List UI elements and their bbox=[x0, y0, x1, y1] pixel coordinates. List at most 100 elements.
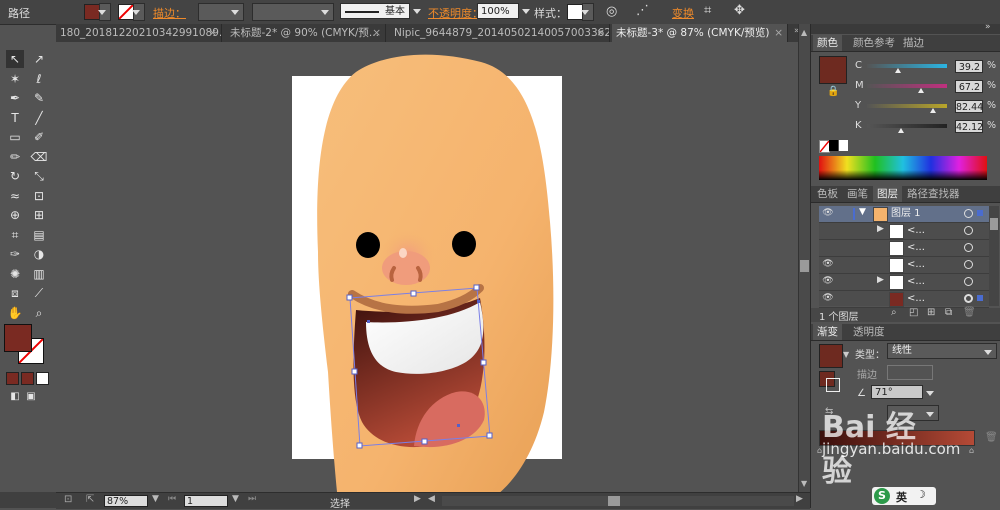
sublayer-name[interactable]: <... bbox=[907, 257, 925, 273]
isolate-icon[interactable]: ⌗ bbox=[704, 3, 711, 18]
horizontal-scrollbar[interactable] bbox=[442, 496, 794, 506]
selection-indicator[interactable] bbox=[977, 295, 983, 301]
black-swatch[interactable] bbox=[829, 140, 838, 151]
shape-builder-tool-icon[interactable]: ⊕ bbox=[6, 206, 24, 224]
blend-tool-icon[interactable]: ◑ bbox=[30, 245, 48, 263]
close-icon[interactable]: × bbox=[596, 24, 605, 42]
artboard-tool-icon[interactable]: ⧈ bbox=[6, 284, 24, 302]
tab-doc-3[interactable]: Nipic_9644879_20140502140057003362.ai* × bbox=[390, 24, 610, 42]
gradient-tool-icon[interactable]: ▤ bbox=[30, 226, 48, 244]
sublayer-row[interactable]: ▶ <... bbox=[819, 223, 989, 240]
opacity-label[interactable]: 不透明度： bbox=[428, 5, 483, 21]
sublayer-name[interactable]: <... bbox=[907, 291, 925, 307]
sublayer-name[interactable]: <... bbox=[907, 223, 925, 239]
eraser-tool-icon[interactable]: ⌫ bbox=[30, 148, 48, 166]
tab-brushes[interactable]: 画笔 bbox=[843, 186, 872, 202]
slider-knob[interactable] bbox=[917, 88, 924, 93]
layer-row-top[interactable]: 👁 ▼ 图层 1 bbox=[819, 206, 989, 223]
color-spectrum-bar[interactable] bbox=[819, 156, 987, 180]
close-icon[interactable]: × bbox=[372, 24, 381, 42]
target-circle-icon[interactable] bbox=[964, 277, 973, 286]
sublayer-row[interactable]: <... bbox=[819, 240, 989, 257]
perspective-tool-icon[interactable]: ⊞ bbox=[30, 206, 48, 224]
clipping-mask-icon[interactable]: ◰ bbox=[909, 307, 918, 318]
h-scroll-thumb[interactable] bbox=[608, 496, 620, 506]
direct-selection-tool-icon[interactable]: ↗ bbox=[30, 50, 48, 68]
channel-slider[interactable] bbox=[867, 84, 947, 93]
sublayer-name[interactable]: <... bbox=[907, 240, 925, 256]
warp-tool-icon[interactable]: ≈ bbox=[6, 187, 24, 205]
align-options-icon[interactable]: ⋰ bbox=[636, 3, 649, 18]
visibility-eye-icon[interactable]: 👁 bbox=[821, 208, 835, 219]
scroll-thumb[interactable] bbox=[800, 260, 809, 272]
none-mode-button[interactable] bbox=[36, 372, 49, 385]
symbol-sprayer-tool-icon[interactable]: ✺ bbox=[6, 265, 24, 283]
scroll-down-icon[interactable]: ▼ bbox=[801, 479, 807, 488]
tab-doc-1[interactable]: 180_20181220210342991089.ai* × bbox=[56, 24, 222, 42]
visibility-eye-icon[interactable]: 👁 bbox=[821, 259, 835, 270]
target-circle-icon[interactable] bbox=[964, 260, 973, 269]
delete-stop-icon[interactable]: 🗑 bbox=[985, 432, 998, 443]
gradient-stop-right[interactable]: ⌂ bbox=[969, 446, 974, 455]
screen-mode-icon[interactable]: ▣ bbox=[22, 388, 40, 406]
page-field[interactable]: 1 bbox=[184, 495, 228, 507]
type-tool-icon[interactable]: T bbox=[6, 109, 24, 127]
curvature-tool-icon[interactable]: ✎ bbox=[30, 89, 48, 107]
collapse-panels-icon[interactable]: » bbox=[985, 22, 991, 32]
slider-knob[interactable] bbox=[895, 68, 902, 73]
channel-slider[interactable] bbox=[867, 124, 947, 133]
new-sublayer-icon[interactable]: ⊞ bbox=[927, 307, 935, 318]
graphic-style-dropdown[interactable] bbox=[581, 3, 594, 21]
tab-swatches[interactable]: 色板 bbox=[813, 186, 842, 202]
rectangle-tool-icon[interactable]: ▭ bbox=[6, 128, 24, 146]
out-of-gamut-icon[interactable]: 🔒 bbox=[827, 86, 839, 97]
ime-mode[interactable]: 英 bbox=[896, 489, 907, 505]
transform-label[interactable]: 变换 bbox=[672, 5, 694, 21]
tab-layers[interactable]: 图层 bbox=[873, 186, 902, 202]
mesh-tool-icon[interactable]: ⌗ bbox=[6, 226, 24, 244]
locate-object-icon[interactable]: ⌕ bbox=[891, 307, 897, 318]
gradient-type-dropdown[interactable]: 线性 bbox=[887, 343, 997, 359]
expand-triangle-icon[interactable]: ▼ bbox=[859, 207, 866, 217]
pen-tool-icon[interactable]: ✒ bbox=[6, 89, 24, 107]
artwork[interactable] bbox=[56, 42, 798, 492]
stroke-label[interactable]: 描边： bbox=[153, 5, 186, 21]
close-icon[interactable]: × bbox=[208, 24, 217, 42]
last-page-icon[interactable]: ⏭ bbox=[248, 494, 256, 504]
slice-tool-icon[interactable]: ⟋ bbox=[30, 284, 48, 302]
zoom-dropdown-icon[interactable]: ▼ bbox=[152, 494, 159, 504]
selection-tool-icon[interactable]: ↖ bbox=[6, 50, 24, 68]
gradient-preview-swatch[interactable] bbox=[819, 344, 843, 368]
visibility-eye-icon[interactable]: 👁 bbox=[821, 293, 835, 304]
tab-doc-4[interactable]: 未标题-3* @ 87% (CMYK/预览) × bbox=[612, 24, 788, 42]
tab-color[interactable]: 颜色 bbox=[813, 35, 842, 51]
sogou-ime-icon[interactable]: S bbox=[874, 488, 890, 504]
scroll-left-icon[interactable]: ◀ bbox=[428, 494, 435, 504]
gradient-stroke-box[interactable] bbox=[826, 378, 840, 392]
channel-value[interactable]: 39.2 bbox=[955, 60, 983, 73]
target-circle-icon[interactable] bbox=[964, 226, 973, 235]
page-dropdown-icon[interactable]: ▼ bbox=[232, 494, 239, 504]
tab-stroke[interactable]: 描边 bbox=[899, 35, 928, 51]
close-icon[interactable]: × bbox=[774, 24, 783, 42]
target-circle-icon[interactable] bbox=[964, 243, 973, 252]
target-circle-icon[interactable] bbox=[964, 294, 973, 303]
status-menu-icon[interactable]: ▶ bbox=[414, 494, 421, 504]
new-layer-icon[interactable]: ⧉ bbox=[945, 307, 952, 318]
canvas-area[interactable] bbox=[56, 42, 798, 492]
scroll-right-icon[interactable]: ▶ bbox=[796, 494, 803, 504]
rotate-tool-icon[interactable]: ↻ bbox=[6, 167, 24, 185]
scale-tool-icon[interactable]: ⤡ bbox=[30, 167, 48, 185]
stroke-gradient-options[interactable] bbox=[887, 365, 933, 380]
slider-knob[interactable] bbox=[897, 128, 904, 133]
panel-menu-icon[interactable]: ✥ bbox=[734, 3, 745, 18]
sublayer-name[interactable]: <... bbox=[907, 274, 925, 290]
channel-value[interactable]: 42.12 bbox=[955, 120, 983, 133]
paintbrush-tool-icon[interactable]: ✐ bbox=[30, 128, 48, 146]
visibility-eye-icon[interactable]: 👁 bbox=[821, 276, 835, 287]
target-circle-icon[interactable] bbox=[964, 209, 973, 218]
channel-slider[interactable] bbox=[867, 64, 947, 73]
recolor-artwork-icon[interactable]: ◎ bbox=[606, 4, 617, 19]
delete-layer-icon[interactable]: 🗑 bbox=[963, 307, 976, 318]
layers-scroll-thumb[interactable] bbox=[990, 218, 998, 230]
